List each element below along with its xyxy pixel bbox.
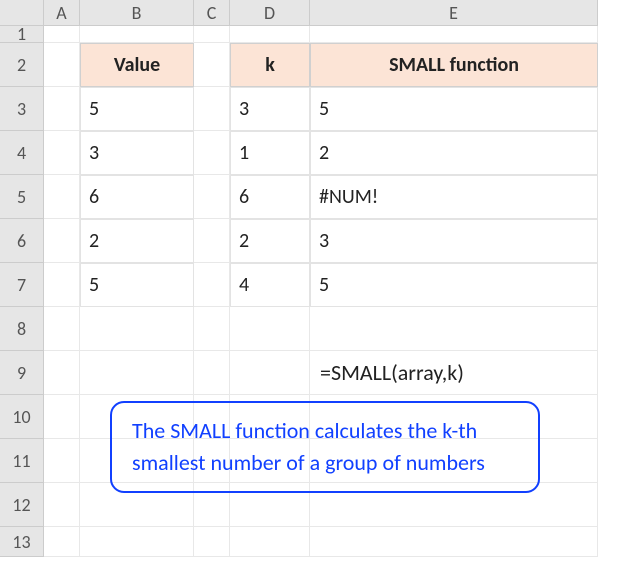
header-small[interactable]: SMALL function: [310, 43, 598, 87]
row-header-1[interactable]: 1: [0, 26, 44, 43]
row-header-5[interactable]: 5: [0, 175, 44, 219]
result-cell-4[interactable]: 5: [310, 263, 598, 307]
result-cell-0[interactable]: 5: [310, 87, 598, 131]
row-header-9[interactable]: 9: [0, 351, 44, 395]
row-header-3[interactable]: 3: [0, 87, 44, 131]
header-k[interactable]: k: [230, 43, 310, 87]
row-header-6[interactable]: 6: [0, 219, 44, 263]
k-cell-4[interactable]: 4: [230, 263, 310, 307]
row-headers: 12345678910111213: [0, 26, 44, 557]
row-header-13[interactable]: 13: [0, 527, 44, 557]
value-cell-2[interactable]: 6: [80, 175, 194, 219]
k-cell-0[interactable]: 3: [230, 87, 310, 131]
k-cell-1[interactable]: 1: [230, 131, 310, 175]
column-header-b[interactable]: B: [80, 0, 194, 26]
result-cell-1[interactable]: 2: [310, 131, 598, 175]
result-cell-2[interactable]: #NUM!: [310, 175, 598, 219]
column-headers: ABCDE: [44, 0, 598, 26]
column-header-e[interactable]: E: [310, 0, 598, 26]
row-header-4[interactable]: 4: [0, 131, 44, 175]
column-header-c[interactable]: C: [194, 0, 230, 26]
row-header-2[interactable]: 2: [0, 43, 44, 87]
row-header-7[interactable]: 7: [0, 263, 44, 307]
row-header-8[interactable]: 8: [0, 307, 44, 351]
row-header-10[interactable]: 10: [0, 395, 44, 439]
value-cell-0[interactable]: 5: [80, 87, 194, 131]
header-value[interactable]: Value: [80, 43, 194, 87]
column-header-a[interactable]: A: [44, 0, 80, 26]
k-cell-3[interactable]: 2: [230, 219, 310, 263]
value-cell-4[interactable]: 5: [80, 263, 194, 307]
row-header-11[interactable]: 11: [0, 439, 44, 483]
result-cell-3[interactable]: 3: [310, 219, 598, 263]
value-cell-1[interactable]: 3: [80, 131, 194, 175]
formula-text: =SMALL(array,k): [320, 359, 464, 386]
description-callout: The SMALL function calculates the k-th s…: [110, 401, 540, 493]
value-cell-3[interactable]: 2: [80, 219, 194, 263]
column-header-d[interactable]: D: [230, 0, 310, 26]
row-header-12[interactable]: 12: [0, 483, 44, 527]
k-cell-2[interactable]: 6: [230, 175, 310, 219]
